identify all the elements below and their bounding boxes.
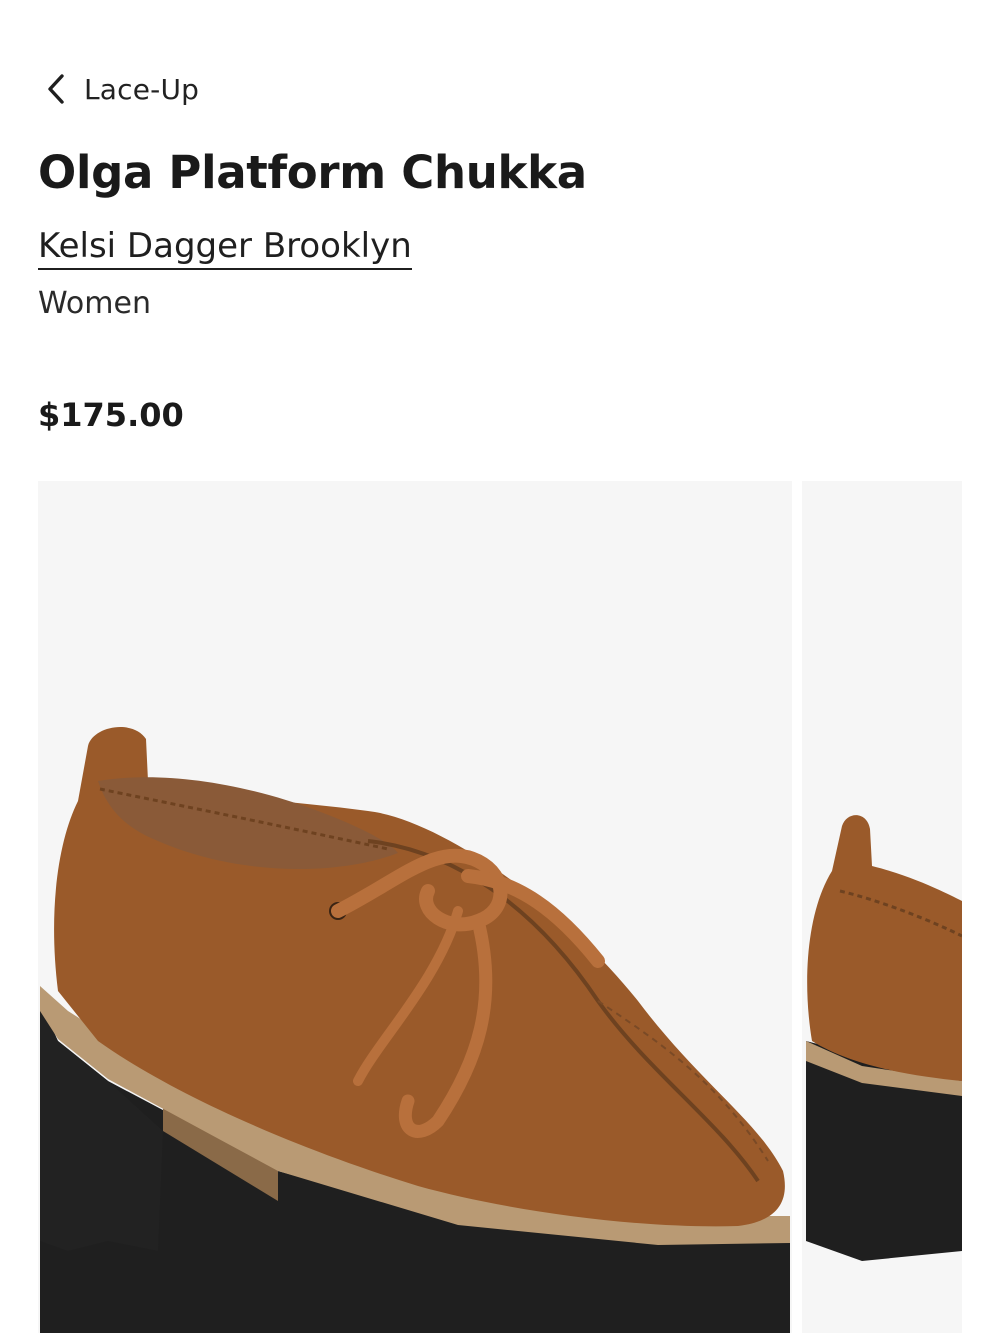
product-page: Lace-Up Olga Platform Chukka Kelsi Dagge…	[0, 0, 1000, 1333]
chevron-left-icon	[46, 73, 66, 105]
product-image-next[interactable]	[802, 481, 962, 1333]
product-title: Olga Platform Chukka	[38, 146, 587, 199]
product-category: Women	[38, 286, 151, 321]
product-image-main[interactable]	[38, 481, 792, 1333]
breadcrumb-label: Lace-Up	[84, 72, 200, 106]
product-price: $175.00	[38, 396, 184, 434]
breadcrumb-back-link[interactable]: Lace-Up	[46, 66, 199, 112]
brand-link[interactable]: Kelsi Dagger Brooklyn	[38, 226, 412, 270]
image-gallery[interactable]	[38, 481, 962, 1333]
